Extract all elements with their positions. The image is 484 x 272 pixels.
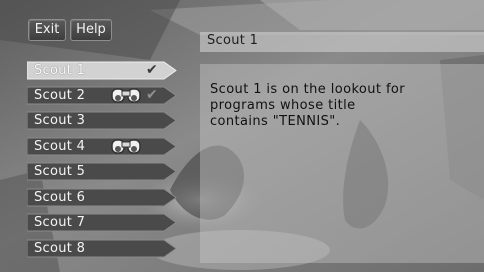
- help-button[interactable]: Help: [70, 19, 112, 41]
- detail-message-line: Scout 1 is on the lookout for: [210, 82, 406, 97]
- scout-label: Scout 2: [34, 88, 86, 103]
- detail-message-line: contains "TENNIS".: [210, 114, 341, 129]
- scout-label: Scout 6: [34, 190, 86, 205]
- binoculars-icon: [111, 139, 141, 154]
- scout-tab-8[interactable]: Scout 8: [27, 239, 177, 258]
- scout-tab-5[interactable]: Scout 5: [27, 162, 177, 181]
- checkmark-icon: ✔: [146, 62, 158, 78]
- scout-tab-1[interactable]: Scout 1 ✔: [27, 61, 177, 80]
- detail-title: Scout 1: [207, 33, 259, 48]
- scout-tab-3[interactable]: Scout 3: [27, 111, 177, 130]
- scout-label: Scout 3: [34, 113, 86, 128]
- scout-label: Scout 7: [34, 215, 86, 230]
- scout-tab-7[interactable]: Scout 7: [27, 213, 177, 232]
- detail-message-line: programs whose title: [210, 98, 356, 113]
- scout-label: Scout 1: [34, 63, 86, 78]
- scout-tab-2[interactable]: Scout 2 ✔: [27, 86, 177, 105]
- checkmark-icon: ✔: [146, 87, 158, 103]
- scout-tab-6[interactable]: Scout 6: [27, 188, 177, 207]
- detail-panel: Scout 1 is on the lookout for programs w…: [200, 64, 484, 263]
- scout-tab-4[interactable]: Scout 4: [27, 137, 177, 156]
- binoculars-icon: [111, 88, 141, 103]
- scout-label: Scout 8: [34, 241, 86, 256]
- exit-button[interactable]: Exit: [28, 19, 66, 41]
- scout-label: Scout 4: [34, 139, 86, 154]
- scout-label: Scout 5: [34, 164, 86, 179]
- detail-title-bar: Scout 1: [200, 32, 484, 52]
